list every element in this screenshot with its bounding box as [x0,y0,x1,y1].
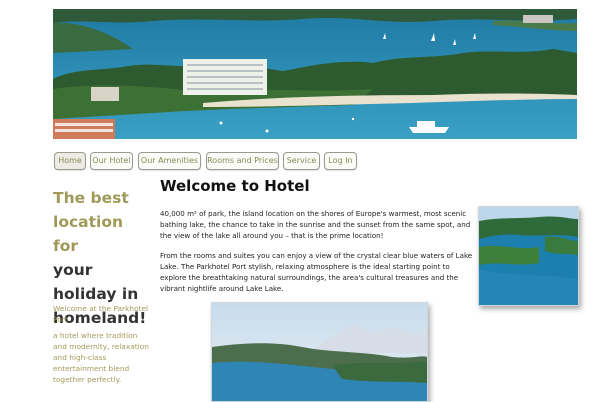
rooms-paragraph: From the rooms and suites you can enjoy … [160,251,473,293]
nav-our-amenities[interactable]: Our Amenities [138,152,201,170]
nav-service[interactable]: Service [283,152,320,170]
nav-rooms-and-prices[interactable]: Rooms and Prices [206,152,279,170]
nav-home[interactable]: Home [54,152,86,170]
intro-paragraph: 40,000 m² of park, the island location o… [160,209,471,240]
sidebar-welcome: Welcome at the Parkhotel Port [53,304,149,324]
tagline-highlight: The best location for [53,189,129,255]
lake-mountains-photo [211,302,428,402]
nav-log-in[interactable]: Log In [324,152,357,170]
sidebar-intro: Welcome at the Parkhotel Port a hotel wh… [53,303,153,390]
page-title: Welcome to Hotel [160,177,310,195]
sidebar-description: a hotel where tradition and modernity, r… [53,331,149,384]
nav-our-hotel[interactable]: Our Hotel [90,152,133,170]
lake-aerial-photo [478,206,579,306]
header-banner-image [53,9,577,139]
